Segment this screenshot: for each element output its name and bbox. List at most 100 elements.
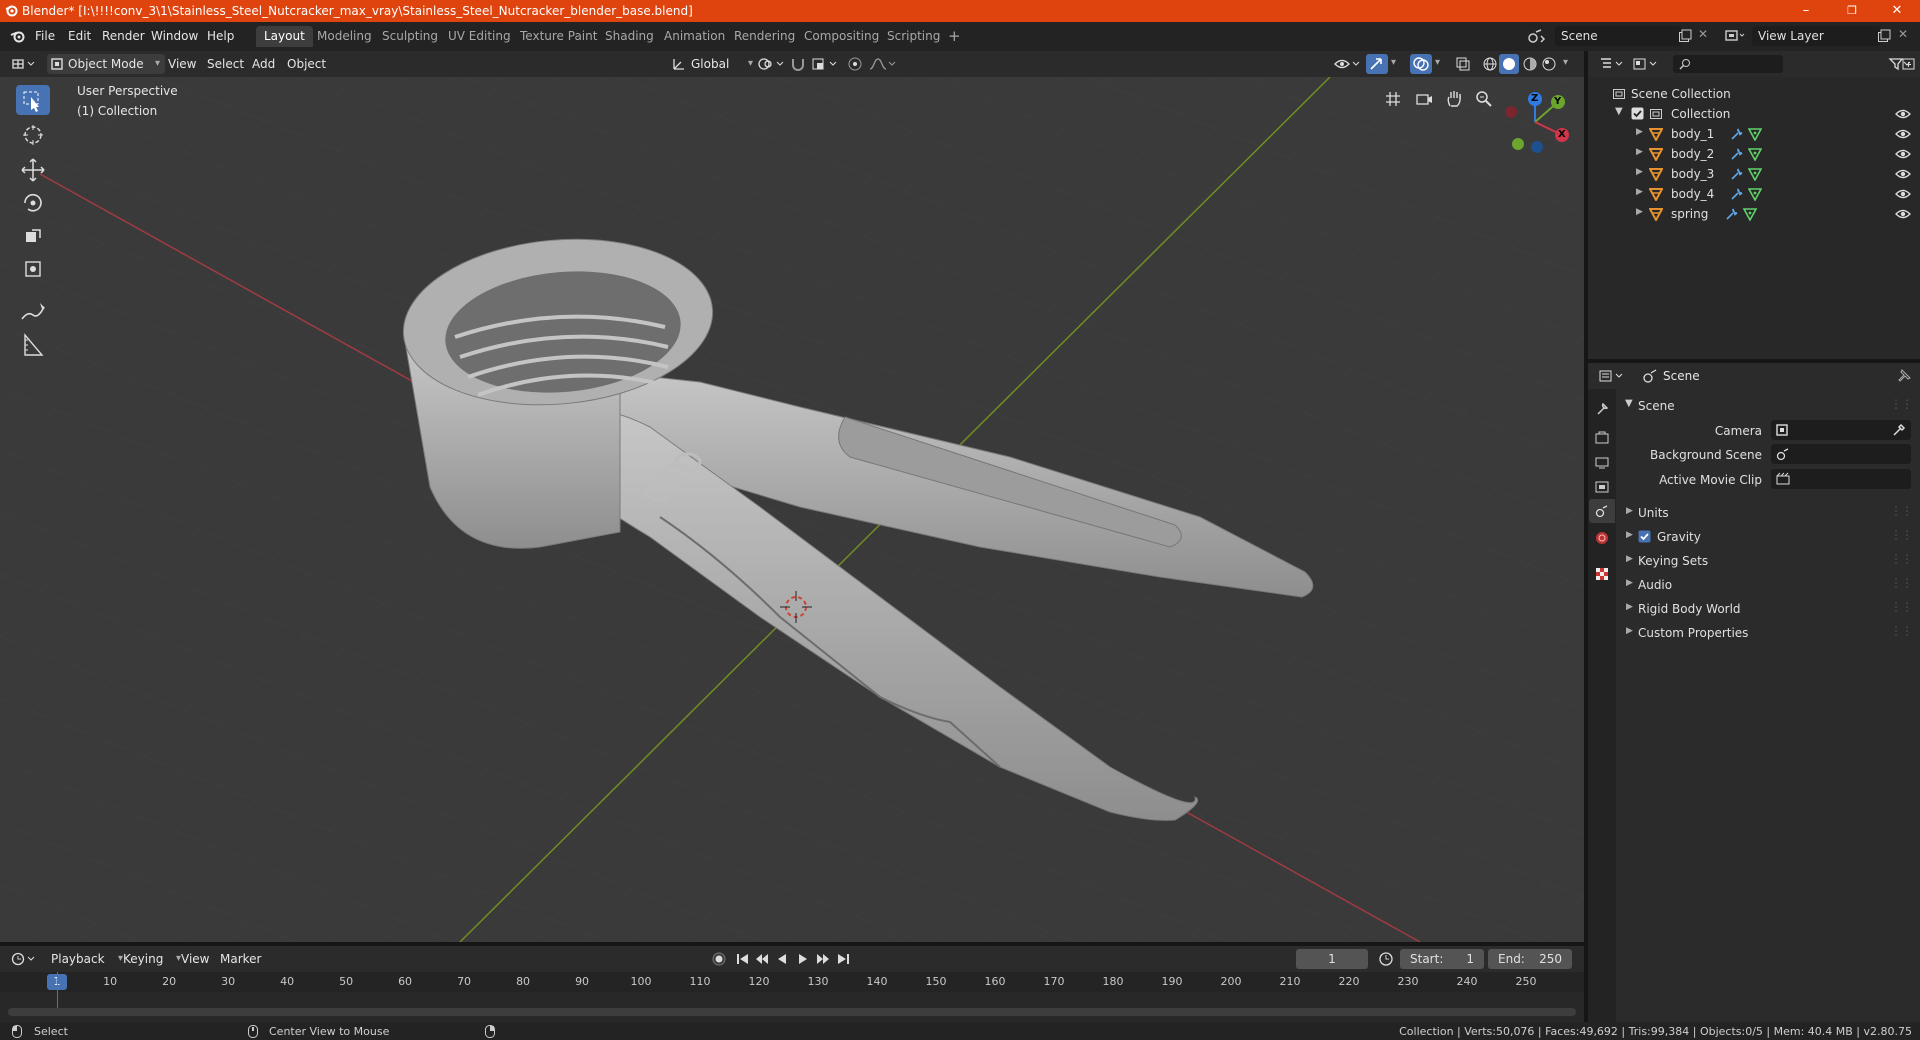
tab-shading[interactable]: Shading xyxy=(597,26,662,47)
tab-layout[interactable]: Layout xyxy=(256,26,313,47)
outliner-row-object[interactable]: ▶ body_2 xyxy=(1588,144,1920,164)
expand-arrow-icon[interactable]: ▶ xyxy=(1636,187,1643,197)
3d-viewport[interactable]: User Perspective (1) Collection Z Y X xyxy=(0,77,1584,942)
current-frame-field[interactable]: 1 xyxy=(1296,949,1368,969)
transform-orientation-dropdown[interactable]: Global ▾ xyxy=(669,54,757,74)
snap-target-icon[interactable] xyxy=(810,56,840,72)
output-tab-icon[interactable] xyxy=(1595,456,1609,470)
editor-type-icon[interactable] xyxy=(10,56,36,72)
mesh-data-icon[interactable] xyxy=(1748,127,1762,141)
start-frame-field[interactable]: Start: 1 xyxy=(1400,949,1484,969)
pin-icon[interactable] xyxy=(1897,369,1911,383)
object-mode-dropdown[interactable]: Object Mode ▾ xyxy=(47,54,165,74)
tab-animation[interactable]: Animation xyxy=(656,26,733,47)
expand-arrow-icon[interactable]: ▶ xyxy=(1636,127,1643,137)
menu-select[interactable]: Select xyxy=(201,54,250,74)
menu-view[interactable]: View xyxy=(162,54,202,74)
modifier-wrench-icon[interactable] xyxy=(1725,207,1739,221)
material-shading-icon[interactable] xyxy=(1522,56,1538,72)
next-keyframe-icon[interactable] xyxy=(815,951,831,967)
expand-arrow-icon[interactable]: ▶ xyxy=(1636,167,1643,177)
world-tab-icon[interactable] xyxy=(1595,531,1609,545)
mesh-data-icon[interactable] xyxy=(1748,147,1762,161)
modifier-wrench-icon[interactable] xyxy=(1730,127,1744,141)
eye-icon[interactable] xyxy=(1895,108,1911,120)
mesh-data-icon[interactable] xyxy=(1748,187,1762,201)
measure-tool-icon[interactable] xyxy=(16,330,50,360)
eye-icon[interactable] xyxy=(1895,208,1911,220)
jump-end-icon[interactable] xyxy=(835,951,851,967)
expand-arrow-icon[interactable]: ▶ xyxy=(1636,207,1643,217)
menu-edit[interactable]: Edit xyxy=(68,29,91,43)
view-layer-field[interactable]: View Layer xyxy=(1752,26,1880,46)
mesh-data-icon[interactable] xyxy=(1743,207,1757,221)
select-box-tool[interactable] xyxy=(16,85,50,115)
tab-scripting[interactable]: Scripting xyxy=(879,26,948,47)
drag-handle-icon[interactable]: ⋮⋮ xyxy=(1890,576,1913,590)
tab-rendering[interactable]: Rendering xyxy=(726,26,803,47)
camera-field[interactable] xyxy=(1771,420,1911,440)
prev-keyframe-icon[interactable] xyxy=(754,951,770,967)
eyedropper-icon[interactable] xyxy=(1892,423,1906,437)
toggle-camera-grid-icon[interactable] xyxy=(1383,89,1403,109)
menu-file[interactable]: File xyxy=(35,29,55,43)
solid-shading-button[interactable] xyxy=(1499,54,1519,74)
cursor-tool-icon[interactable] xyxy=(16,120,50,150)
modifier-wrench-icon[interactable] xyxy=(1730,167,1744,181)
background-scene-field[interactable] xyxy=(1771,444,1911,464)
chevron-down-icon[interactable]: ▾ xyxy=(1435,57,1440,68)
scene-field[interactable]: Scene xyxy=(1555,26,1681,46)
drag-handle-icon[interactable]: ⋮⋮ xyxy=(1890,600,1913,614)
end-frame-field[interactable]: End: 250 xyxy=(1488,949,1572,969)
view-layer-icon[interactable] xyxy=(1724,28,1746,44)
new-collection-icon[interactable] xyxy=(1901,56,1917,72)
scene-panel-header[interactable]: ▼ Scene ⋮⋮ xyxy=(1616,395,1920,417)
chevron-down-icon[interactable]: ▾ xyxy=(1391,57,1396,68)
outliner-row-object[interactable]: ▶ body_4 xyxy=(1588,184,1920,204)
zoom-icon[interactable] xyxy=(1474,89,1494,109)
exclude-checkbox-icon[interactable] xyxy=(1631,107,1644,120)
drag-handle-icon[interactable]: ⋮⋮ xyxy=(1890,528,1913,542)
close-button[interactable]: ✕ xyxy=(1874,0,1920,22)
eye-icon[interactable] xyxy=(1895,188,1911,200)
tab-texture-paint[interactable]: Texture Paint xyxy=(512,26,605,47)
move-tool-icon[interactable] xyxy=(16,155,50,185)
menu-help[interactable]: Help xyxy=(207,29,234,43)
blender-menu-icon[interactable] xyxy=(10,29,26,43)
timeline-area[interactable]: 1102030405060708090100110120130140150160… xyxy=(0,972,1584,1022)
scene-tab-button[interactable] xyxy=(1589,499,1615,523)
overlays-toggle-button[interactable] xyxy=(1410,54,1432,74)
area-divider[interactable] xyxy=(1588,359,1920,363)
render-tab-icon[interactable] xyxy=(1595,431,1609,445)
outliner-row-scene-collection[interactable]: Scene Collection xyxy=(1588,84,1920,104)
xray-icon[interactable] xyxy=(1455,56,1471,72)
timeline-menu-marker[interactable]: Marker xyxy=(214,949,267,969)
area-divider[interactable] xyxy=(1584,51,1588,1022)
falloff-icon[interactable] xyxy=(868,56,898,72)
tool-tab-icon[interactable] xyxy=(1595,402,1609,416)
rendered-shading-icon[interactable] xyxy=(1541,56,1557,72)
rotate-tool-icon[interactable] xyxy=(16,188,50,218)
gravity-checkbox[interactable] xyxy=(1638,530,1651,543)
rigid-body-world-panel-header[interactable]: ▶ Rigid Body World ⋮⋮ xyxy=(1616,598,1920,620)
gizmo-toggle-button[interactable] xyxy=(1366,54,1388,74)
eye-icon[interactable] xyxy=(1895,168,1911,180)
drag-handle-icon[interactable]: ⋮⋮ xyxy=(1890,397,1913,411)
menu-window[interactable]: Window xyxy=(151,29,198,43)
drag-handle-icon[interactable]: ⋮⋮ xyxy=(1890,504,1913,518)
pan-hand-icon[interactable] xyxy=(1444,89,1464,109)
outliner-row-object[interactable]: ▶ body_3 xyxy=(1588,164,1920,184)
units-panel-header[interactable]: ▶ Units ⋮⋮ xyxy=(1616,502,1920,524)
timeline-editor-icon[interactable] xyxy=(10,951,36,967)
tab-sculpting[interactable]: Sculpting xyxy=(374,26,446,47)
pivot-point-icon[interactable] xyxy=(757,56,785,72)
annotate-tool-icon[interactable] xyxy=(16,297,50,327)
tab-uv-editing[interactable]: UV Editing xyxy=(440,26,519,47)
tab-modeling[interactable]: Modeling xyxy=(309,26,380,47)
wireframe-shading-icon[interactable] xyxy=(1482,56,1498,72)
drag-handle-icon[interactable]: ⋮⋮ xyxy=(1890,552,1913,566)
add-workspace-button[interactable]: + xyxy=(940,26,969,47)
display-mode-icon[interactable] xyxy=(1632,56,1658,72)
menu-render[interactable]: Render xyxy=(102,29,145,43)
properties-editor-icon[interactable] xyxy=(1598,368,1624,384)
